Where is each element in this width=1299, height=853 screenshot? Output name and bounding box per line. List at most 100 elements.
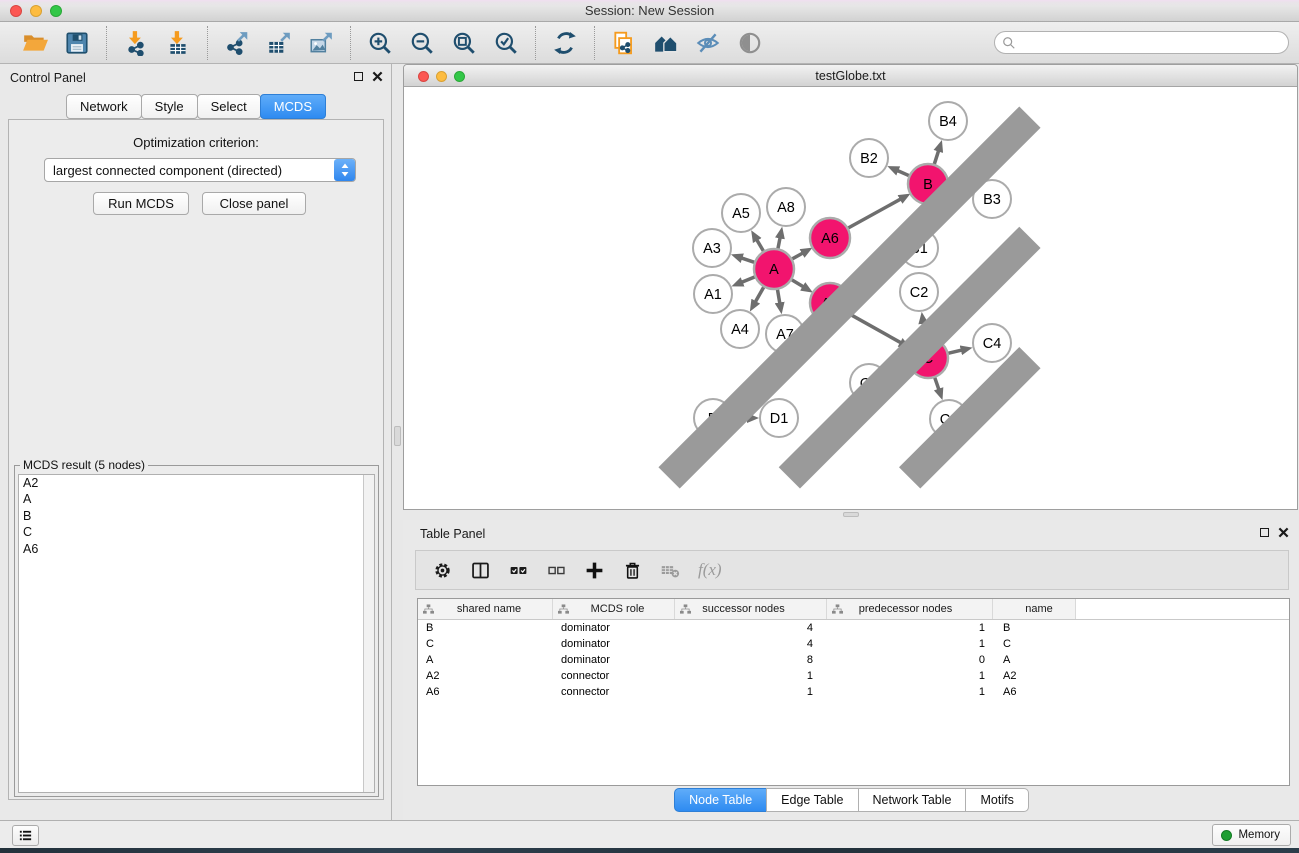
open-folder-icon (22, 30, 48, 56)
columns-icon (470, 560, 491, 581)
search-icon (1002, 36, 1016, 50)
table-row[interactable]: A6 connector 1 1 A6 (418, 684, 1289, 700)
plus-icon (584, 560, 605, 581)
table-panel-header: Table Panel (403, 520, 1299, 548)
node-table: shared name MCDS role successor nodes pr… (417, 598, 1290, 786)
control-panel-title: Control Panel (10, 71, 86, 85)
table-row[interactable]: C dominator 4 1 C (418, 636, 1289, 652)
criterion-select[interactable]: largest connected component (directed) (44, 158, 356, 182)
search-box (994, 31, 1289, 54)
zoom-selected-button[interactable] (490, 27, 522, 59)
list-item[interactable]: A2 (19, 475, 374, 491)
duplicate-network-button[interactable] (608, 27, 640, 59)
export-table-button[interactable] (263, 27, 295, 59)
log-console-button[interactable] (12, 825, 39, 846)
column-header-shared-name[interactable]: shared name (418, 599, 553, 619)
table-row[interactable]: B dominator 4 1 B (418, 620, 1289, 636)
export-image-button[interactable] (305, 27, 337, 59)
close-table-panel-icon[interactable] (1278, 527, 1289, 538)
desktop-background (0, 848, 1299, 853)
toolbar-separator (350, 26, 351, 60)
mcds-result-fieldset: MCDS result (5 nodes) A2 A B C A6 (14, 458, 379, 797)
open-session-button[interactable] (19, 27, 51, 59)
control-panel: Control Panel Network Style Select MCDS … (0, 64, 392, 820)
main-area: Control Panel Network Style Select MCDS … (0, 64, 1299, 820)
toolbar-separator (535, 26, 536, 60)
create-column-button[interactable] (584, 560, 605, 581)
close-panel-button[interactable]: Close panel (202, 192, 306, 215)
home-icon (653, 30, 679, 56)
delete-column-button[interactable] (622, 560, 643, 581)
export-table-icon (266, 30, 292, 56)
export-network-button[interactable] (221, 27, 253, 59)
column-header-filler (1076, 599, 1289, 619)
deselect-all-rows-button[interactable] (546, 560, 567, 581)
select-all-rows-button[interactable] (508, 560, 529, 581)
tab-mcds[interactable]: MCDS (260, 94, 326, 119)
list-icon (18, 828, 33, 843)
import-table-button[interactable] (162, 27, 194, 59)
show-columns-button[interactable] (470, 560, 491, 581)
tab-edge-table[interactable]: Edge Table (766, 788, 858, 812)
show-graphics-details-button[interactable] (734, 27, 766, 59)
export-network-icon (224, 30, 250, 56)
zoom-fit-icon (451, 30, 477, 56)
toolbar-separator (207, 26, 208, 60)
table-row[interactable]: A2 connector 1 1 A2 (418, 668, 1289, 684)
tab-motifs[interactable]: Motifs (965, 788, 1028, 812)
table-settings-button[interactable] (432, 560, 453, 581)
tab-network-table[interactable]: Network Table (858, 788, 967, 812)
save-session-button[interactable] (61, 27, 93, 59)
float-table-panel-icon[interactable] (1260, 528, 1269, 537)
memory-button[interactable]: Memory (1212, 824, 1291, 846)
tab-network[interactable]: Network (66, 94, 142, 119)
network-window-titlebar[interactable]: testGlobe.txt (404, 65, 1297, 87)
tab-style[interactable]: Style (141, 94, 198, 119)
table-panel-title: Table Panel (420, 527, 485, 541)
refresh-button[interactable] (549, 27, 581, 59)
list-item[interactable]: A6 (19, 541, 374, 557)
memory-status-icon (1221, 830, 1232, 841)
tab-select[interactable]: Select (197, 94, 261, 119)
network-window-title: testGlobe.txt (404, 69, 1297, 83)
float-panel-icon[interactable] (354, 72, 363, 81)
zoom-in-icon (367, 30, 393, 56)
list-item[interactable]: A (19, 491, 374, 507)
table-row[interactable]: A dominator 8 0 A (418, 652, 1289, 668)
control-panel-header: Control Panel (0, 64, 391, 92)
home-layout-button[interactable] (650, 27, 682, 59)
import-network-button[interactable] (120, 27, 152, 59)
hide-graphics-details-button[interactable] (692, 27, 724, 59)
column-header-predecessor-nodes[interactable]: predecessor nodes (827, 599, 993, 619)
zoom-in-button[interactable] (364, 27, 396, 59)
gear-icon (432, 560, 453, 581)
search-input[interactable] (1016, 32, 1288, 53)
delete-table-icon (660, 560, 681, 581)
combo-stepper[interactable] (334, 159, 355, 181)
mcds-result-legend: MCDS result (5 nodes) (20, 458, 148, 472)
resize-grip-icon[interactable] (403, 87, 1296, 508)
delete-table-button[interactable] (660, 560, 681, 581)
list-item[interactable]: B (19, 508, 374, 524)
main-toolbar (0, 22, 1299, 64)
horizontal-splitter-handle[interactable] (843, 512, 859, 517)
column-header-name[interactable]: name (993, 599, 1076, 619)
table-panel: Table Panel (403, 520, 1299, 820)
duplicate-network-icon (611, 30, 637, 56)
list-item[interactable]: C (19, 524, 374, 540)
scrollbar-track[interactable] (363, 475, 374, 792)
column-header-mcds-role[interactable]: MCDS role (553, 599, 675, 619)
zoom-out-button[interactable] (406, 27, 438, 59)
vertical-splitter-handle[interactable] (394, 426, 401, 446)
tab-node-table[interactable]: Node Table (674, 788, 767, 812)
function-builder-button[interactable]: f(x) (698, 560, 722, 580)
zoom-fit-button[interactable] (448, 27, 480, 59)
run-mcds-button[interactable]: Run MCDS (93, 192, 189, 215)
column-type-icon (558, 604, 569, 615)
close-panel-icon[interactable] (372, 71, 383, 82)
network-canvas[interactable]: AA6A2BCA5A8A3A1A4A7B2B4B3B1C2C4C1C3DD1 (404, 88, 1297, 509)
column-type-icon (423, 604, 434, 615)
zoom-out-icon (409, 30, 435, 56)
column-header-successor-nodes[interactable]: successor nodes (675, 599, 827, 619)
mcds-result-list: A2 A B C A6 (18, 474, 375, 793)
